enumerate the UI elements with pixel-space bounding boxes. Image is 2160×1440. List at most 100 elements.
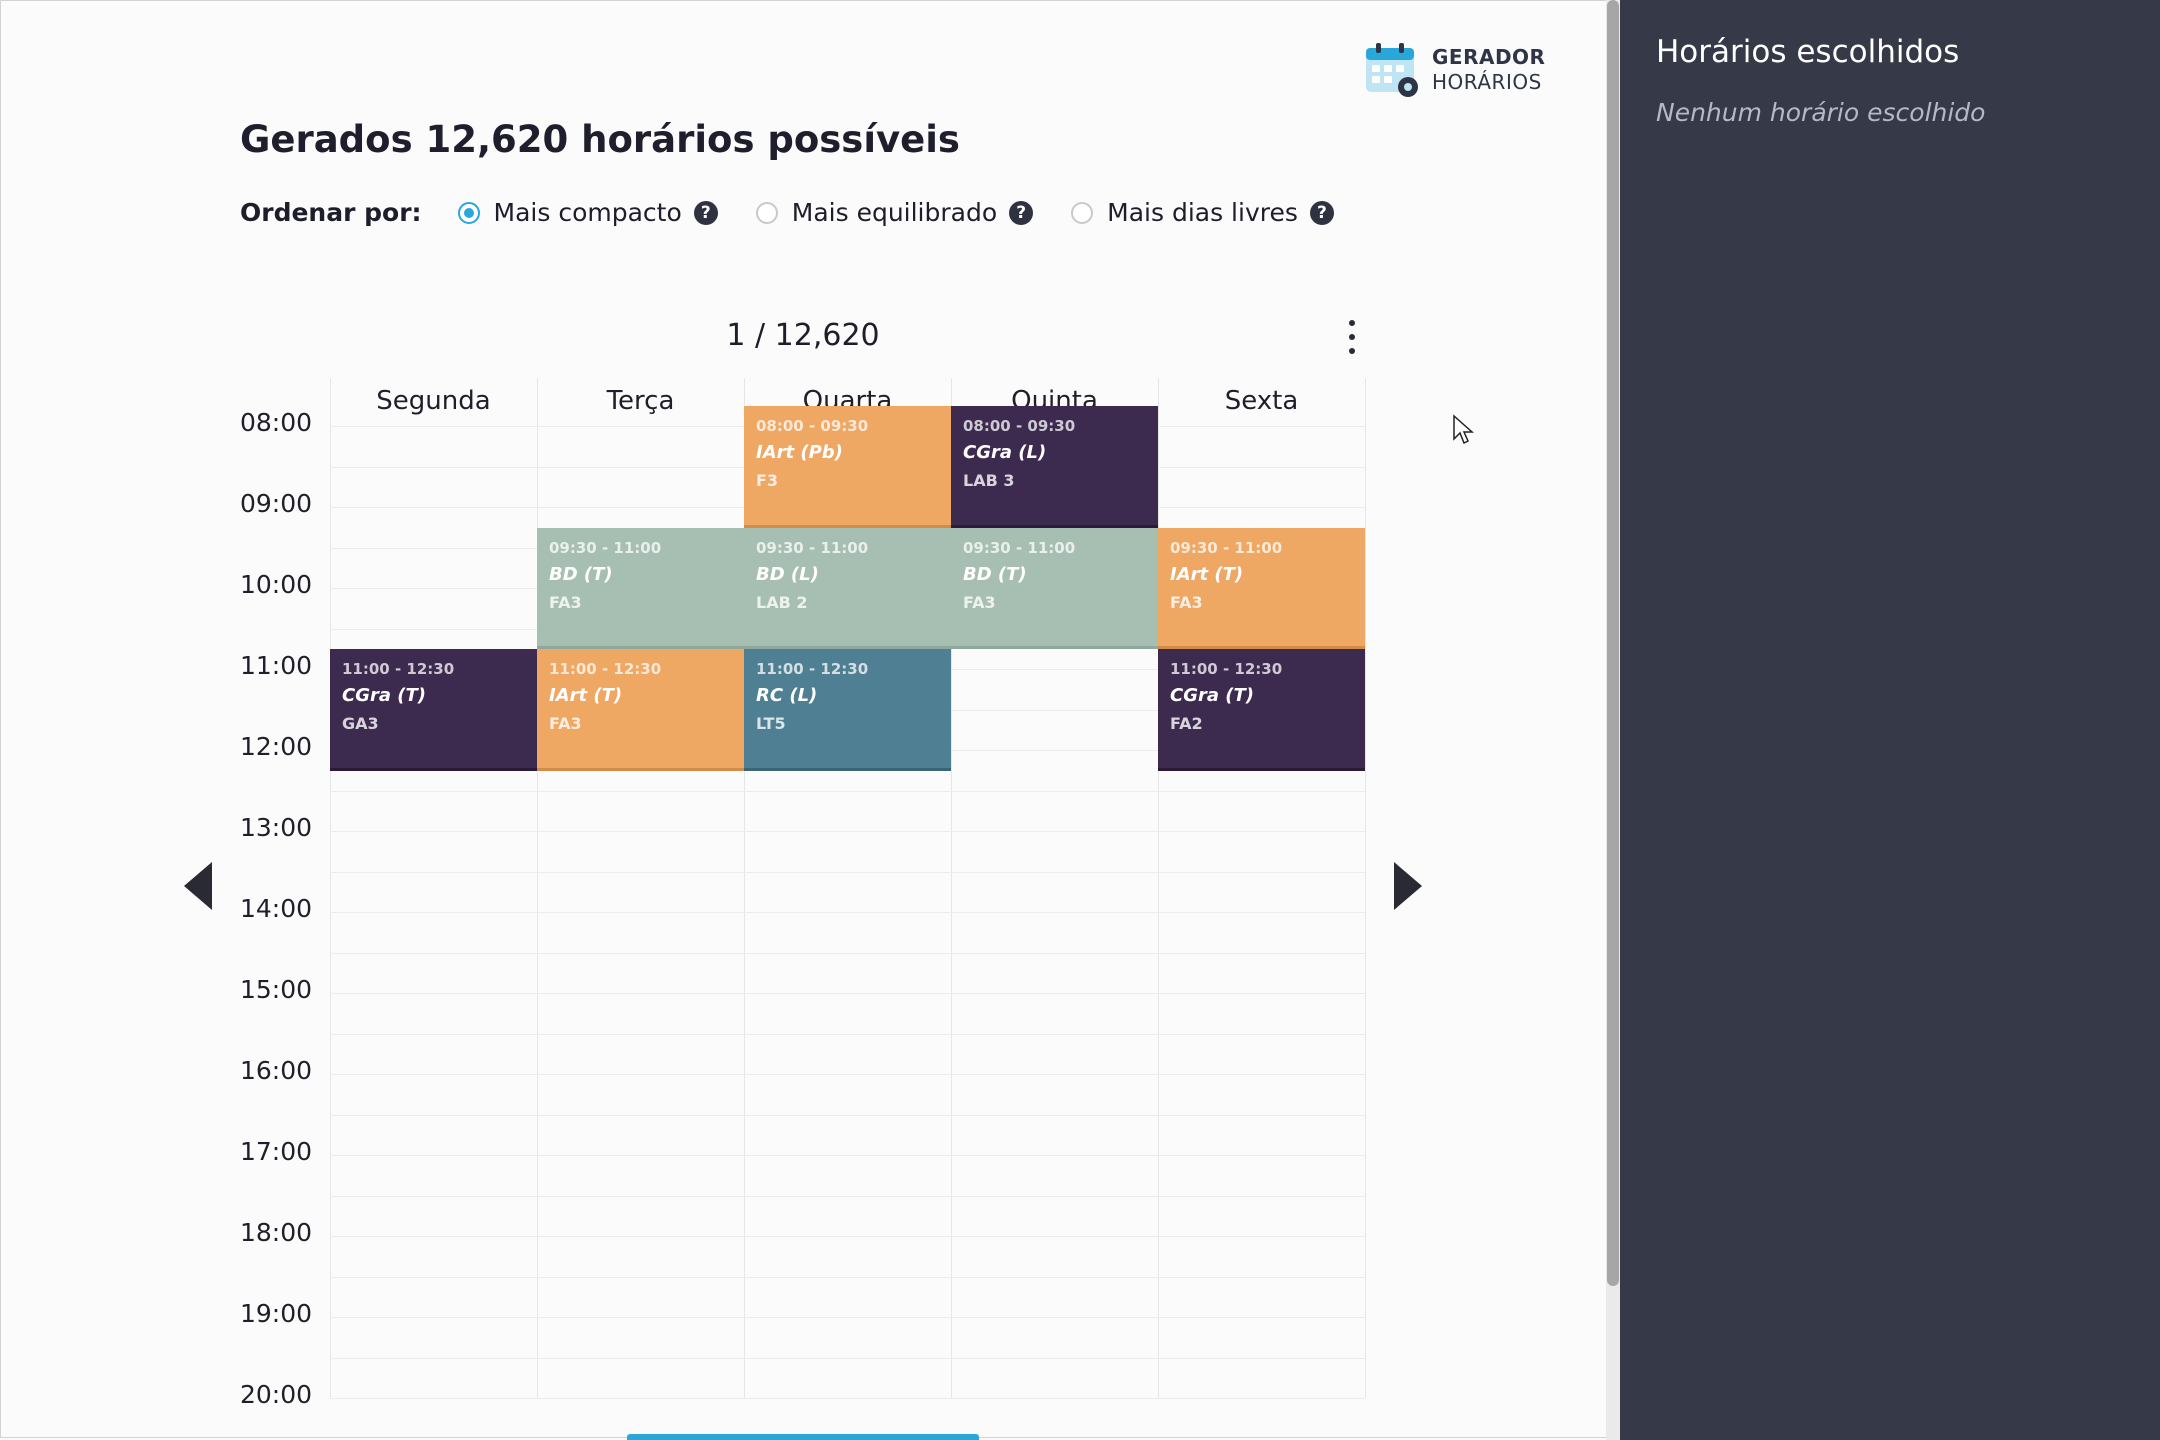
- grid-row-line: [330, 1195, 1365, 1197]
- class-name: CGra (T): [1170, 685, 1255, 706]
- class-room: F3: [756, 471, 779, 490]
- grid-row-line: [330, 1317, 1365, 1318]
- time-label: 13:00: [240, 813, 313, 842]
- calendar-gear-icon: [1362, 40, 1422, 100]
- time-label: 10:00: [240, 570, 313, 599]
- class-name: IArt (T): [1170, 563, 1244, 585]
- chevron-left-icon[interactable]: [184, 862, 212, 910]
- class-block[interactable]: 08:00 - 09:30 IArt (Pb) F3: [744, 406, 951, 528]
- class-time: 09:30 - 11:00: [963, 538, 1076, 557]
- time-label: 11:00: [240, 651, 313, 680]
- class-name: CGra (T): [342, 685, 427, 706]
- time-label: 08:00: [240, 408, 313, 437]
- app-logo[interactable]: GERADOR HORÁRIOS: [1362, 40, 1545, 100]
- class-name: CGra (L): [963, 442, 1047, 463]
- grid-row-line: [330, 1155, 1365, 1156]
- class-room: FA2: [1170, 714, 1203, 733]
- grid-row-line: [330, 952, 1365, 954]
- scrollbar-thumb[interactable]: [1607, 0, 1619, 1286]
- grid-column-line: [330, 378, 331, 1398]
- time-label: 16:00: [240, 1056, 313, 1085]
- class-room: FA3: [963, 592, 996, 612]
- class-time: 09:30 - 11:00: [756, 538, 869, 557]
- time-label: 17:00: [240, 1137, 313, 1166]
- mouse-cursor-icon: [1452, 414, 1474, 450]
- grid-row-line: [330, 1357, 1365, 1359]
- class-room: LAB 2: [756, 592, 808, 612]
- sort-option-label: Mais compacto: [493, 198, 682, 227]
- time-label: 19:00: [240, 1299, 313, 1328]
- class-room: GA3: [342, 714, 379, 733]
- radio-button[interactable]: [1071, 201, 1094, 224]
- class-room: FA3: [549, 592, 582, 612]
- bottom-action-bar[interactable]: [627, 1434, 979, 1440]
- grid-row-line: [330, 912, 1365, 913]
- class-name: BD (L): [756, 563, 819, 585]
- sidebar-empty-message: Nenhum horário escolhido: [1656, 98, 1986, 127]
- class-time: 11:00 - 12:30: [342, 660, 455, 678]
- class-block[interactable]: 11:00 - 12:30 RC (L) LT5: [744, 649, 951, 771]
- class-block[interactable]: 09:30 - 11:00 BD (T) FA3: [537, 527, 744, 649]
- class-block[interactable]: 09:30 - 11:00 BD (L) LAB 2: [744, 527, 951, 649]
- grid-row-line: [330, 993, 1365, 994]
- grid-column-line: [1365, 378, 1366, 1398]
- sort-option-balanced[interactable]: Mais equilibrado ?: [755, 198, 1034, 227]
- class-time: 11:00 - 12:30: [1170, 660, 1283, 678]
- class-name: BD (T): [549, 563, 613, 585]
- grid-row-line: [330, 1236, 1365, 1237]
- grid-row-line: [330, 1276, 1365, 1278]
- chevron-right-icon[interactable]: [1394, 862, 1422, 910]
- class-room: FA3: [549, 714, 582, 733]
- class-name: IArt (T): [549, 685, 623, 706]
- time-label: 14:00: [240, 894, 313, 923]
- sort-option-label: Mais equilibrado: [791, 198, 998, 227]
- class-time: 08:00 - 09:30: [963, 417, 1076, 435]
- class-block[interactable]: 08:00 - 09:30 CGra (L) LAB 3: [951, 406, 1158, 528]
- logo-text: GERADOR HORÁRIOS: [1432, 45, 1545, 95]
- chosen-schedules-sidebar: Horários escolhidos Nenhum horário escol…: [1620, 0, 2160, 1440]
- kebab-menu-icon[interactable]: [1342, 320, 1362, 354]
- class-room: LT5: [756, 714, 786, 733]
- class-block[interactable]: 11:00 - 12:30 CGra (T) FA2: [1158, 649, 1365, 771]
- grid-row-line: [330, 790, 1365, 792]
- time-label: 20:00: [240, 1380, 313, 1409]
- time-label: 12:00: [240, 732, 313, 761]
- day-header: Sexta: [1224, 386, 1299, 416]
- class-time: 09:30 - 11:00: [549, 538, 662, 557]
- class-block[interactable]: 09:30 - 11:00 IArt (T) FA3: [1158, 527, 1365, 649]
- class-name: IArt (Pb): [756, 442, 843, 463]
- radio-button[interactable]: [755, 201, 778, 224]
- radio-button[interactable]: [457, 201, 480, 224]
- sort-option-free-days[interactable]: Mais dias livres ?: [1071, 198, 1334, 227]
- grid-row-line: [330, 1074, 1365, 1075]
- time-label: 09:00: [240, 489, 313, 518]
- class-name: RC (L): [756, 685, 818, 706]
- class-room: FA3: [1170, 592, 1203, 612]
- class-time: 08:00 - 09:30: [756, 417, 869, 435]
- sort-options: Ordenar por: Mais compacto ? Mais equili…: [240, 198, 1372, 227]
- logo-line1: GERADOR: [1432, 45, 1546, 69]
- help-icon[interactable]: ?: [1009, 200, 1034, 225]
- schedule-counter: 1 / 12,620: [726, 318, 880, 353]
- sort-label: Ordenar por:: [240, 198, 422, 227]
- time-label: 18:00: [240, 1218, 313, 1247]
- class-time: 11:00 - 12:30: [756, 660, 869, 678]
- grid-row-line: [330, 1114, 1365, 1116]
- schedule-grid: Segunda Terça Quarta Quinta Sexta 08:00 - 09:…: [330, 378, 1366, 1399]
- class-name: BD (T): [963, 563, 1027, 585]
- class-time: 11:00 - 12:30: [549, 660, 662, 678]
- class-room: LAB 3: [963, 471, 1015, 490]
- class-block[interactable]: 09:30 - 11:00 BD (T) FA3: [951, 527, 1158, 649]
- sort-option-compact[interactable]: Mais compacto ?: [457, 198, 718, 227]
- grid-row-line: [330, 1033, 1365, 1035]
- day-header: Terça: [606, 386, 675, 416]
- time-label: 15:00: [240, 975, 313, 1004]
- class-block[interactable]: 11:00 - 12:30 CGra (T) GA3: [330, 649, 537, 771]
- sidebar-title: Horários escolhidos: [1656, 34, 1960, 70]
- help-icon[interactable]: ?: [693, 200, 718, 225]
- logo-line2: HORÁRIOS: [1432, 70, 1542, 94]
- class-block[interactable]: 11:00 - 12:30 IArt (T) FA3: [537, 649, 744, 771]
- page-title: Gerados 12,620 horários possíveis: [240, 118, 960, 161]
- help-icon[interactable]: ?: [1309, 200, 1334, 225]
- grid-row-line: [330, 1398, 1365, 1399]
